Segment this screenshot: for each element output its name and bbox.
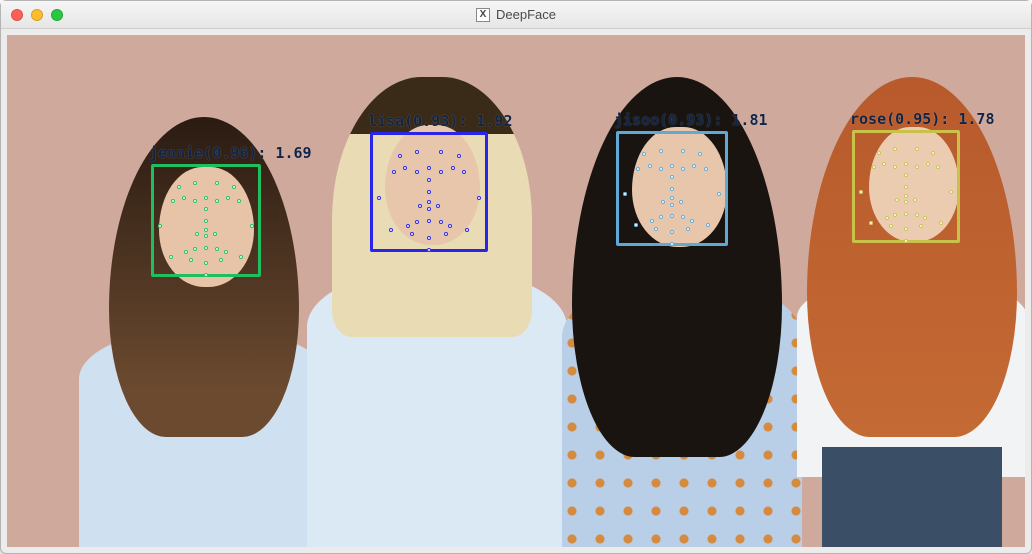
landmark-dot [650,219,654,223]
landmark-dot [204,246,208,250]
landmark-dot [904,185,908,189]
landmark-dot [415,170,419,174]
landmark-dot [226,196,230,200]
landmark-dot [439,220,443,224]
detection-jisoo: jisoo(0.93): 1.81 [616,131,728,246]
landmark-dot [904,239,908,243]
landmark-dot [659,167,663,171]
landmark-dot [642,152,646,156]
landmark-dot [915,213,919,217]
landmark-dot [670,164,674,168]
zoom-icon[interactable] [51,9,63,21]
landmark-dot [158,224,162,228]
landmark-dot [406,224,410,228]
landmark-dot [427,248,431,252]
landmark-dot [213,232,217,236]
landmark-dot [427,166,431,170]
detection-label: jennie(0.96): 1.69 [149,144,312,162]
landmark-dot [931,151,935,155]
landmark-dot [427,236,431,240]
landmark-dot [451,166,455,170]
landmark-dot [427,207,431,211]
landmark-dot [670,242,674,246]
landmark-dot [939,221,943,225]
landmark-dot [457,154,461,158]
detection-label: lisa(0.93): 1.92 [368,112,513,130]
image-canvas: jennie(0.96): 1.69 lisa(0.93): 1.92 jisoo(… [7,35,1025,547]
landmark-dot [392,170,396,174]
landmark-dot [686,227,690,231]
detection-label: jisoo(0.93): 1.81 [614,111,768,129]
landmark-dot [427,178,431,182]
landmark-dot [193,247,197,251]
detection-label: rose(0.95): 1.78 [850,110,995,128]
landmark-dot [885,216,889,220]
app-window: X DeepFace jennie(0.96): 1.69 lisa(0.93):… [0,0,1032,554]
landmark-dot [692,164,696,168]
landmark-dot [398,154,402,158]
landmark-dot [915,147,919,151]
landmark-dot [690,219,694,223]
landmark-dot [904,212,908,216]
landmark-dot [444,232,448,236]
landmark-dot [477,196,481,200]
landmark-dot [204,228,208,232]
landmark-dot [204,219,208,223]
landmark-dot [877,151,881,155]
landmark-dot [215,247,219,251]
landmark-dot [182,196,186,200]
landmark-dot [427,219,431,223]
close-icon[interactable] [11,9,23,21]
landmark-dot [448,224,452,228]
landmark-dot [704,167,708,171]
landmark-dot [670,175,674,179]
landmark-dot [872,165,876,169]
titlebar[interactable]: X DeepFace [1,1,1031,29]
landmark-dot [889,224,893,228]
landmark-dot [232,185,236,189]
x11-icon: X [476,8,490,22]
landmark-dot [913,198,917,202]
detection-jennie: jennie(0.96): 1.69 [151,164,261,277]
landmark-dot [670,203,674,207]
landmark-dot [439,170,443,174]
landmark-dot [204,273,208,277]
landmark-dot [189,258,193,262]
landmark-dot [169,255,173,259]
landmark-dot [204,196,208,200]
landmark-dot [177,185,181,189]
landmark-dot [698,152,702,156]
content-area: jennie(0.96): 1.69 lisa(0.93): 1.92 jisoo(… [1,29,1031,553]
landmark-dot [239,255,243,259]
landmark-dot [648,164,652,168]
landmark-dot [904,162,908,166]
landmark-dot [859,190,863,194]
landmark-dot [224,250,228,254]
landmark-dot [681,149,685,153]
landmark-dot [670,187,674,191]
detection-lisa: lisa(0.93): 1.92 [370,132,488,252]
window-title: DeepFace [496,7,556,22]
landmark-dot [670,196,674,200]
landmark-dot [904,194,908,198]
landmark-dot [926,162,930,166]
minimize-icon[interactable] [31,9,43,21]
landmark-dot [893,213,897,217]
landmark-dot [427,190,431,194]
landmark-dot [427,200,431,204]
detection-rose: rose(0.95): 1.78 [852,130,960,243]
landmark-dot [659,149,663,153]
